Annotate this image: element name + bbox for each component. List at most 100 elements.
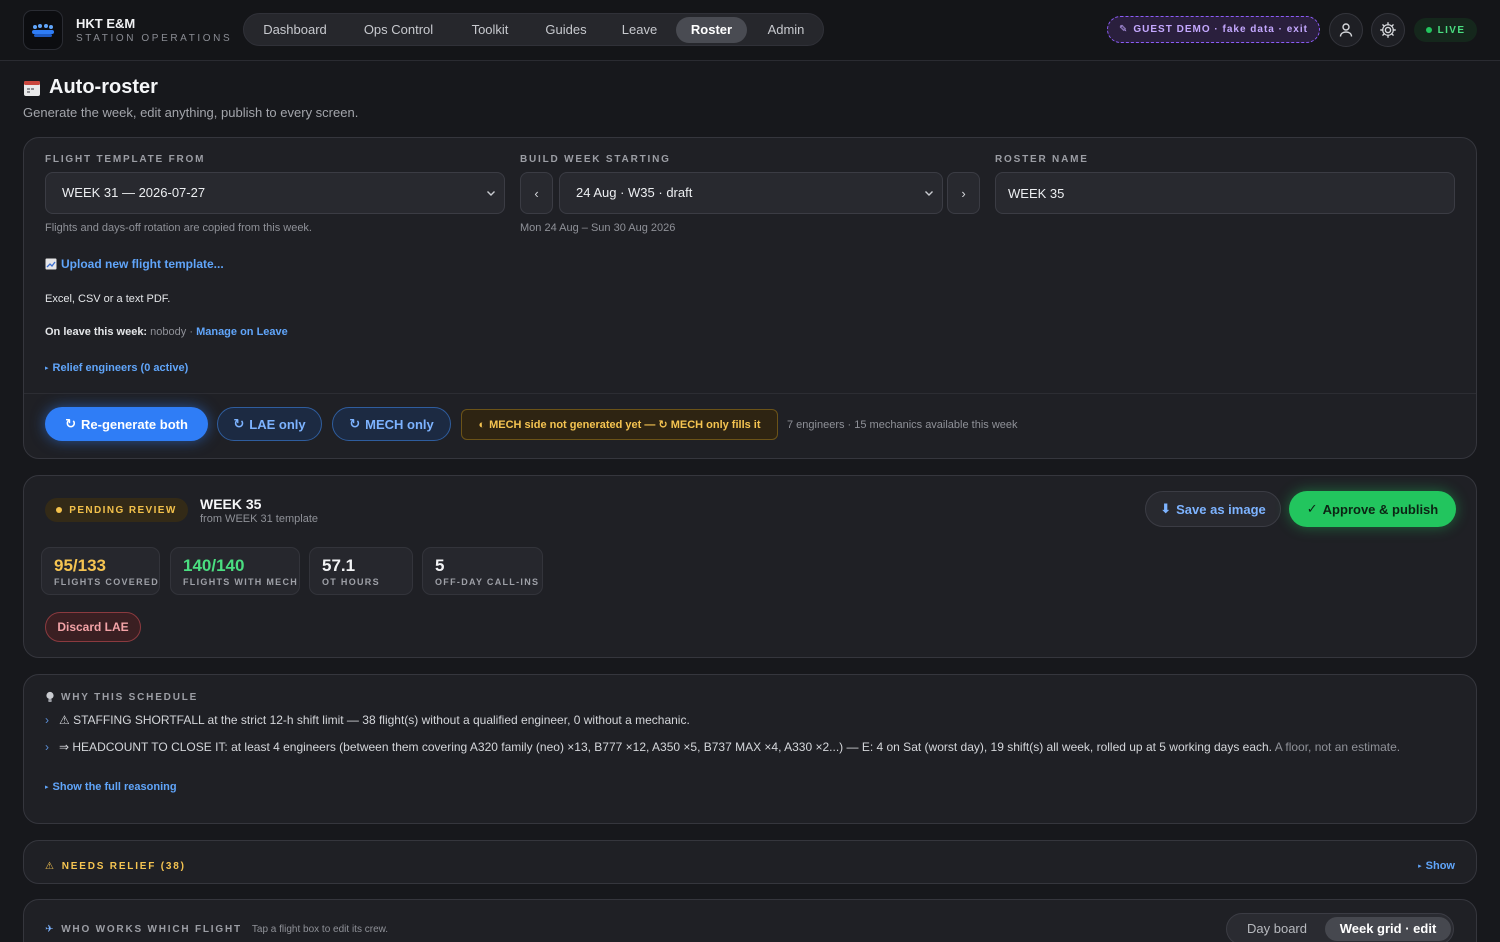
who-works-hint: Tap a flight box to edit its crew. [251, 924, 389, 935]
chart-icon [45, 258, 57, 270]
tab-week-grid-edit[interactable]: Week grid · edit [1325, 917, 1451, 941]
build-week-label: BUILD WEEK STARTING [520, 154, 671, 165]
nav-guides[interactable]: Guides [529, 17, 603, 43]
discard-lae-button[interactable]: Discard LAE [45, 612, 141, 642]
build-week-hint: Mon 24 Aug – Sun 30 Aug 2026 [520, 222, 676, 234]
mech-only-label: MECH only [365, 416, 434, 432]
settings-button[interactable] [1371, 13, 1405, 47]
top-bar: HKT E&M STATION OPERATIONS Dashboard Ops… [0, 0, 1500, 61]
nav-toolkit[interactable]: Toolkit [455, 17, 525, 43]
build-week-select-value: 24 Aug · W35 · draft [576, 185, 693, 200]
manage-leave-link[interactable]: Manage on Leave [196, 326, 288, 338]
status-badge: PENDING REVIEW [45, 498, 188, 522]
show-full-reasoning-text: Show the full reasoning [52, 781, 177, 793]
user-icon [1339, 23, 1353, 37]
brand-name: HKT E&M [76, 16, 136, 31]
leave-summary: On leave this week: nobody · Manage on L… [45, 326, 288, 338]
roster-config-card: FLIGHT TEMPLATE FROM WEEK 31 — 2026-07-2… [23, 137, 1477, 459]
stat-flights-covered: 95/133 FLIGHTS COVERED [41, 547, 160, 595]
app-logo[interactable] [23, 10, 63, 50]
chevron-right-icon: › [45, 740, 49, 754]
pending-dot-icon [56, 507, 63, 513]
template-hint: Flights and days-off rotation are copied… [45, 222, 312, 234]
nav-dashboard[interactable]: Dashboard [248, 17, 342, 43]
download-icon: ⬇ [1160, 501, 1172, 516]
nav-roster[interactable]: Roster [676, 17, 747, 43]
refresh-icon: ↻ [65, 416, 76, 431]
tab-day-board[interactable]: Day board [1231, 917, 1323, 941]
disclosure-triangle-icon: ▸ [45, 365, 49, 372]
lightbulb-icon [46, 691, 54, 702]
upload-hint: Excel, CSV or a text PDF. [45, 293, 171, 305]
template-label: FLIGHT TEMPLATE FROM [45, 154, 206, 165]
reason-text: ⚠ STAFFING SHORTFALL at the strict 12-h … [59, 713, 690, 727]
roster-name-label: ROSTER NAME [995, 154, 1089, 165]
regenerate-both-label: Re-generate both [81, 416, 188, 432]
plane-logo-icon [32, 24, 54, 37]
save-as-image-label: Save as image [1176, 501, 1266, 517]
refresh-icon: ↻ [233, 416, 245, 431]
build-week-select[interactable]: 24 Aug · W35 · draft [559, 172, 943, 214]
page-title: Auto-roster [23, 76, 158, 99]
guest-demo-label: GUEST DEMO · fake data · exit [1133, 24, 1308, 35]
reason-note: A floor, not an estimate. [1274, 740, 1401, 754]
why-schedule-title: WHY THIS SCHEDULE [61, 691, 199, 703]
stat-label: FLIGHTS COVERED [54, 577, 160, 587]
live-dot-icon [1425, 27, 1432, 33]
stat-ot-hours: 57.1 OT HOURS [309, 547, 413, 595]
roster-review-card: PENDING REVIEW WEEK 35 from WEEK 31 temp… [23, 475, 1477, 658]
approve-publish-label: Approve & publish [1322, 501, 1439, 517]
upload-template-link[interactable]: Upload new flight template... [45, 257, 224, 271]
guest-demo-pill[interactable]: ✎ GUEST DEMO · fake data · exit [1107, 16, 1320, 43]
why-schedule-header: WHY THIS SCHEDULE [45, 691, 198, 703]
chevron-down-icon [487, 191, 495, 196]
stat-label: OT HOURS [322, 577, 380, 587]
mech-warning-badge: ◐ MECH side not generated yet — ↻ MECH o… [461, 409, 778, 440]
show-full-reasoning-toggle[interactable]: ▸ Show the full reasoning [45, 781, 177, 793]
regenerate-both-button[interactable]: ↻ Re-generate both [45, 407, 208, 441]
calendar-icon [24, 80, 40, 96]
availability-text: 7 engineers · 15 mechanics available thi… [787, 419, 1018, 431]
roster-name-input[interactable] [995, 172, 1455, 214]
template-select[interactable]: WEEK 31 — 2026-07-27 [45, 172, 505, 214]
mech-only-button[interactable]: ↻ MECH only [332, 407, 451, 441]
reason-item: › ⚠ STAFFING SHORTFALL at the strict 12-h… [45, 713, 690, 727]
relief-engineers-toggle[interactable]: ▸ Relief engineers (0 active) [45, 362, 188, 374]
reason-text: ⇒ HEADCOUNT TO CLOSE IT: at least 4 engi… [59, 740, 1273, 754]
profile-button[interactable] [1329, 13, 1363, 47]
disclosure-triangle-icon: ▸ [1418, 863, 1422, 870]
needs-relief-show-toggle[interactable]: ▸ Show [1418, 860, 1455, 872]
approve-publish-button[interactable]: ✓ Approve & publish [1289, 491, 1456, 527]
stat-value: 140/140 [183, 556, 245, 575]
upload-template-text: Upload new flight template... [61, 257, 224, 271]
page-subtitle: Generate the week, edit anything, publis… [23, 105, 359, 120]
stat-offday-callins: 5 OFF-DAY CALL-INS [422, 547, 543, 595]
who-works-card: ✈ WHO WORKS WHICH FLIGHT Tap a flight bo… [23, 899, 1477, 942]
half-circle-icon: ◐ [478, 418, 486, 431]
check-icon: ✓ [1306, 501, 1318, 516]
leave-value: nobody [150, 326, 187, 338]
next-week-button[interactable]: › [947, 172, 980, 214]
mech-warning-text: MECH side not generated yet — ↻ MECH onl… [489, 419, 761, 431]
warning-icon: ⚠ [45, 861, 56, 872]
roster-source: from WEEK 31 template [200, 513, 318, 525]
status-badge-text: PENDING REVIEW [69, 504, 177, 516]
save-as-image-button[interactable]: ⬇ Save as image [1145, 491, 1281, 527]
brand-subtitle: STATION OPERATIONS [76, 33, 233, 44]
stat-value: 57.1 [322, 556, 356, 575]
reason-item: › ⇒ HEADCOUNT TO CLOSE IT: at least 4 eng… [45, 740, 1400, 754]
nav-ops-control[interactable]: Ops Control [346, 17, 451, 43]
needs-relief-header: ⚠ NEEDS RELIEF (38) [45, 861, 186, 872]
disclosure-triangle-icon: ▸ [45, 784, 49, 791]
gear-icon [1380, 22, 1396, 38]
nav-admin[interactable]: Admin [751, 17, 821, 43]
stat-label: FLIGHTS WITH MECH [183, 577, 299, 587]
nav-leave[interactable]: Leave [607, 17, 672, 43]
stat-value: 95/133 [54, 556, 106, 575]
stat-value: 5 [435, 556, 445, 575]
live-label: LIVE [1437, 24, 1466, 36]
prev-week-button[interactable]: ‹ [520, 172, 553, 214]
lae-only-button[interactable]: ↻ LAE only [217, 407, 322, 441]
live-status-badge: LIVE [1414, 18, 1477, 42]
who-works-header: ✈ WHO WORKS WHICH FLIGHT Tap a flight bo… [45, 924, 388, 935]
